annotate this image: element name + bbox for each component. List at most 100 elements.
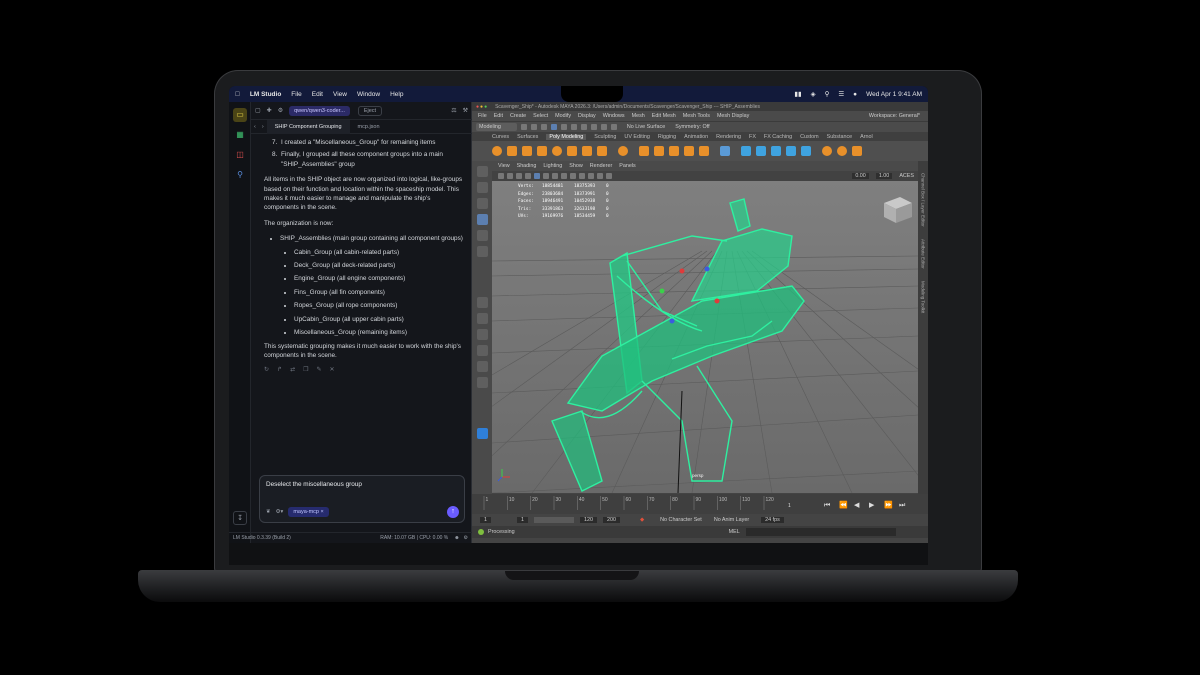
shelf-tab-custom[interactable]: Custom	[800, 134, 819, 140]
menubar-edit[interactable]: Edit	[312, 91, 323, 98]
cube-icon[interactable]	[507, 146, 517, 156]
layout-single-icon[interactable]	[476, 297, 488, 308]
bookmark-icon[interactable]	[507, 173, 513, 179]
vp-menu-lighting[interactable]: Lighting	[543, 163, 562, 169]
discover-nav-icon[interactable]: ⚲	[233, 168, 247, 182]
toolbar-icon[interactable]	[570, 124, 577, 130]
menubar-view[interactable]: View	[333, 91, 347, 98]
channel-box-tab[interactable]: Channel Box / Layer Editor	[921, 173, 926, 227]
go-to-end-icon[interactable]: ⏭	[899, 501, 906, 509]
shelf-tab-rigging[interactable]: Rigging	[658, 134, 676, 140]
model-selector[interactable]: qwen/qwen3-coder...	[289, 105, 350, 116]
shelf-tab-fx-caching[interactable]: FX Caching	[764, 134, 792, 140]
shelf-tab-sculpting[interactable]: Sculpting	[594, 134, 616, 140]
settings-icon[interactable]: ⚙	[278, 107, 283, 114]
modeling-toolkit-tab[interactable]: Modeling Toolkit	[921, 281, 926, 313]
go-to-start-icon[interactable]: ⏮	[824, 501, 830, 509]
chat-composer[interactable]: Deselect the miscellaneous group ❦ ⚙▾ ma…	[259, 475, 465, 523]
sculpt-icon[interactable]	[837, 146, 847, 156]
character-set-field[interactable]: No Character Set	[660, 517, 702, 523]
isolate-icon[interactable]	[597, 173, 603, 179]
models-nav-icon[interactable]: ◫	[233, 148, 247, 162]
maya-menu-create[interactable]: Create	[510, 113, 526, 119]
regenerate-icon[interactable]: ↻	[264, 366, 269, 375]
mode-selector[interactable]: Modeling	[476, 123, 517, 131]
tab-mcp-json[interactable]: mcp.json	[350, 120, 388, 134]
viewport-scene[interactable]	[492, 181, 918, 493]
grid-toggle-icon[interactable]	[525, 173, 531, 179]
tab-ship-component-grouping[interactable]: SHIP Component Grouping	[266, 119, 350, 134]
shelf-tab-curves[interactable]: Curves	[492, 134, 509, 140]
shelf-tab-substance[interactable]: Substance	[827, 134, 852, 140]
step-back-icon[interactable]: ⏪	[839, 500, 848, 509]
multicut-icon[interactable]	[801, 146, 811, 156]
toolbar-icon[interactable]	[560, 124, 567, 130]
lasso-tool-icon[interactable]	[476, 182, 488, 193]
text-icon[interactable]	[684, 146, 694, 156]
menubar-help[interactable]: Help	[390, 91, 403, 98]
platonic-icon[interactable]	[597, 146, 607, 156]
toolbar-icon[interactable]	[590, 124, 597, 130]
maya-menu-modify[interactable]: Modify	[555, 113, 571, 119]
maya-menu-file[interactable]: File	[478, 113, 487, 119]
toolbar-icon[interactable]	[550, 124, 557, 130]
sweep-icon[interactable]	[639, 146, 649, 156]
camera-icon[interactable]	[498, 173, 504, 179]
play-backwards-icon[interactable]: ◀	[854, 501, 860, 509]
image-plane-icon[interactable]	[516, 173, 522, 179]
maya-menu-mesh-display[interactable]: Mesh Display	[717, 113, 749, 119]
ao-icon[interactable]	[579, 173, 585, 179]
torus-icon[interactable]	[552, 146, 562, 156]
menubar-window[interactable]: Window	[357, 91, 380, 98]
tools-toggle-icon[interactable]: ⚙▾	[276, 509, 284, 515]
end-frame-field[interactable]: 200	[603, 517, 620, 523]
vp-menu-view[interactable]: View	[498, 163, 510, 169]
battery-icon[interactable]: ▮▮	[794, 90, 801, 98]
maya-menu-display[interactable]: Display	[578, 113, 596, 119]
vp-menu-renderer[interactable]: Renderer	[590, 163, 612, 169]
rotate-tool-icon[interactable]	[476, 230, 488, 241]
wireframe-icon[interactable]	[534, 173, 540, 179]
smooth-shade-icon[interactable]	[543, 173, 549, 179]
send-button[interactable]: ↑	[447, 506, 459, 518]
back-icon[interactable]: ‹	[251, 124, 259, 130]
toolbar-icon[interactable]	[600, 124, 607, 130]
beaker-icon[interactable]: ⚖	[451, 107, 456, 114]
range-end-field[interactable]: 120	[580, 517, 597, 523]
bridge-icon[interactable]	[756, 146, 766, 156]
window-controls-icon[interactable]: ●	[484, 104, 487, 110]
svg-icon[interactable]	[699, 146, 709, 156]
layout-four-icon[interactable]	[476, 313, 488, 324]
attach-icon[interactable]: ❦	[266, 509, 271, 515]
scale-tool-icon[interactable]	[476, 246, 488, 257]
maya-menu-mesh[interactable]: Mesh	[632, 113, 645, 119]
lights-icon[interactable]	[561, 173, 567, 179]
control-center-icon[interactable]: ☰	[838, 90, 844, 98]
exposure-field[interactable]: 0.00	[852, 173, 869, 179]
developer-nav-icon[interactable]: ▦	[233, 128, 247, 142]
menubar-clock[interactable]: Wed Apr 1 9:41 AM	[866, 91, 922, 98]
start-frame-field[interactable]: 1	[480, 517, 491, 523]
toolbar-icon[interactable]	[530, 124, 537, 130]
toolbar-icon[interactable]	[520, 124, 527, 130]
combine-icon[interactable]	[654, 146, 664, 156]
siri-icon[interactable]: ●	[853, 91, 857, 98]
copy-icon[interactable]: ❐	[303, 366, 308, 375]
anim-layer-field[interactable]: No Anim Layer	[714, 517, 749, 523]
toolbar-icon[interactable]	[580, 124, 587, 130]
grid-icon[interactable]	[720, 146, 730, 156]
merge-icon[interactable]	[786, 146, 796, 156]
layout-outliner-icon[interactable]	[476, 345, 488, 356]
auto-key-icon[interactable]: ◆	[640, 517, 644, 523]
time-slider[interactable]: 1 10 20 30 40 50 60 70 80 90 100 110 120 1 ⏮ ⏪ ◀ ▶ ⏩ ⏭	[472, 494, 928, 514]
composer-input[interactable]: Deselect the miscellaneous group	[266, 481, 362, 488]
maya-menu-edit[interactable]: Edit	[494, 113, 503, 119]
edit-icon[interactable]: ✎	[316, 366, 321, 375]
move-tool-icon[interactable]	[476, 214, 488, 225]
shelf-tab-uv-editing[interactable]: UV Editing	[624, 134, 649, 140]
cone-icon[interactable]	[537, 146, 547, 156]
user-icon[interactable]: ☻	[454, 535, 459, 541]
time-ruler[interactable]: 1 10 20 30 40 50 60 70 80 90 100 110 1201 ⏮ ⏪ ◀ ▶ ⏩ ⏭	[472, 494, 928, 514]
search-icon[interactable]: ⚲	[825, 90, 830, 98]
window-controls-icon[interactable]: ●	[480, 104, 483, 110]
